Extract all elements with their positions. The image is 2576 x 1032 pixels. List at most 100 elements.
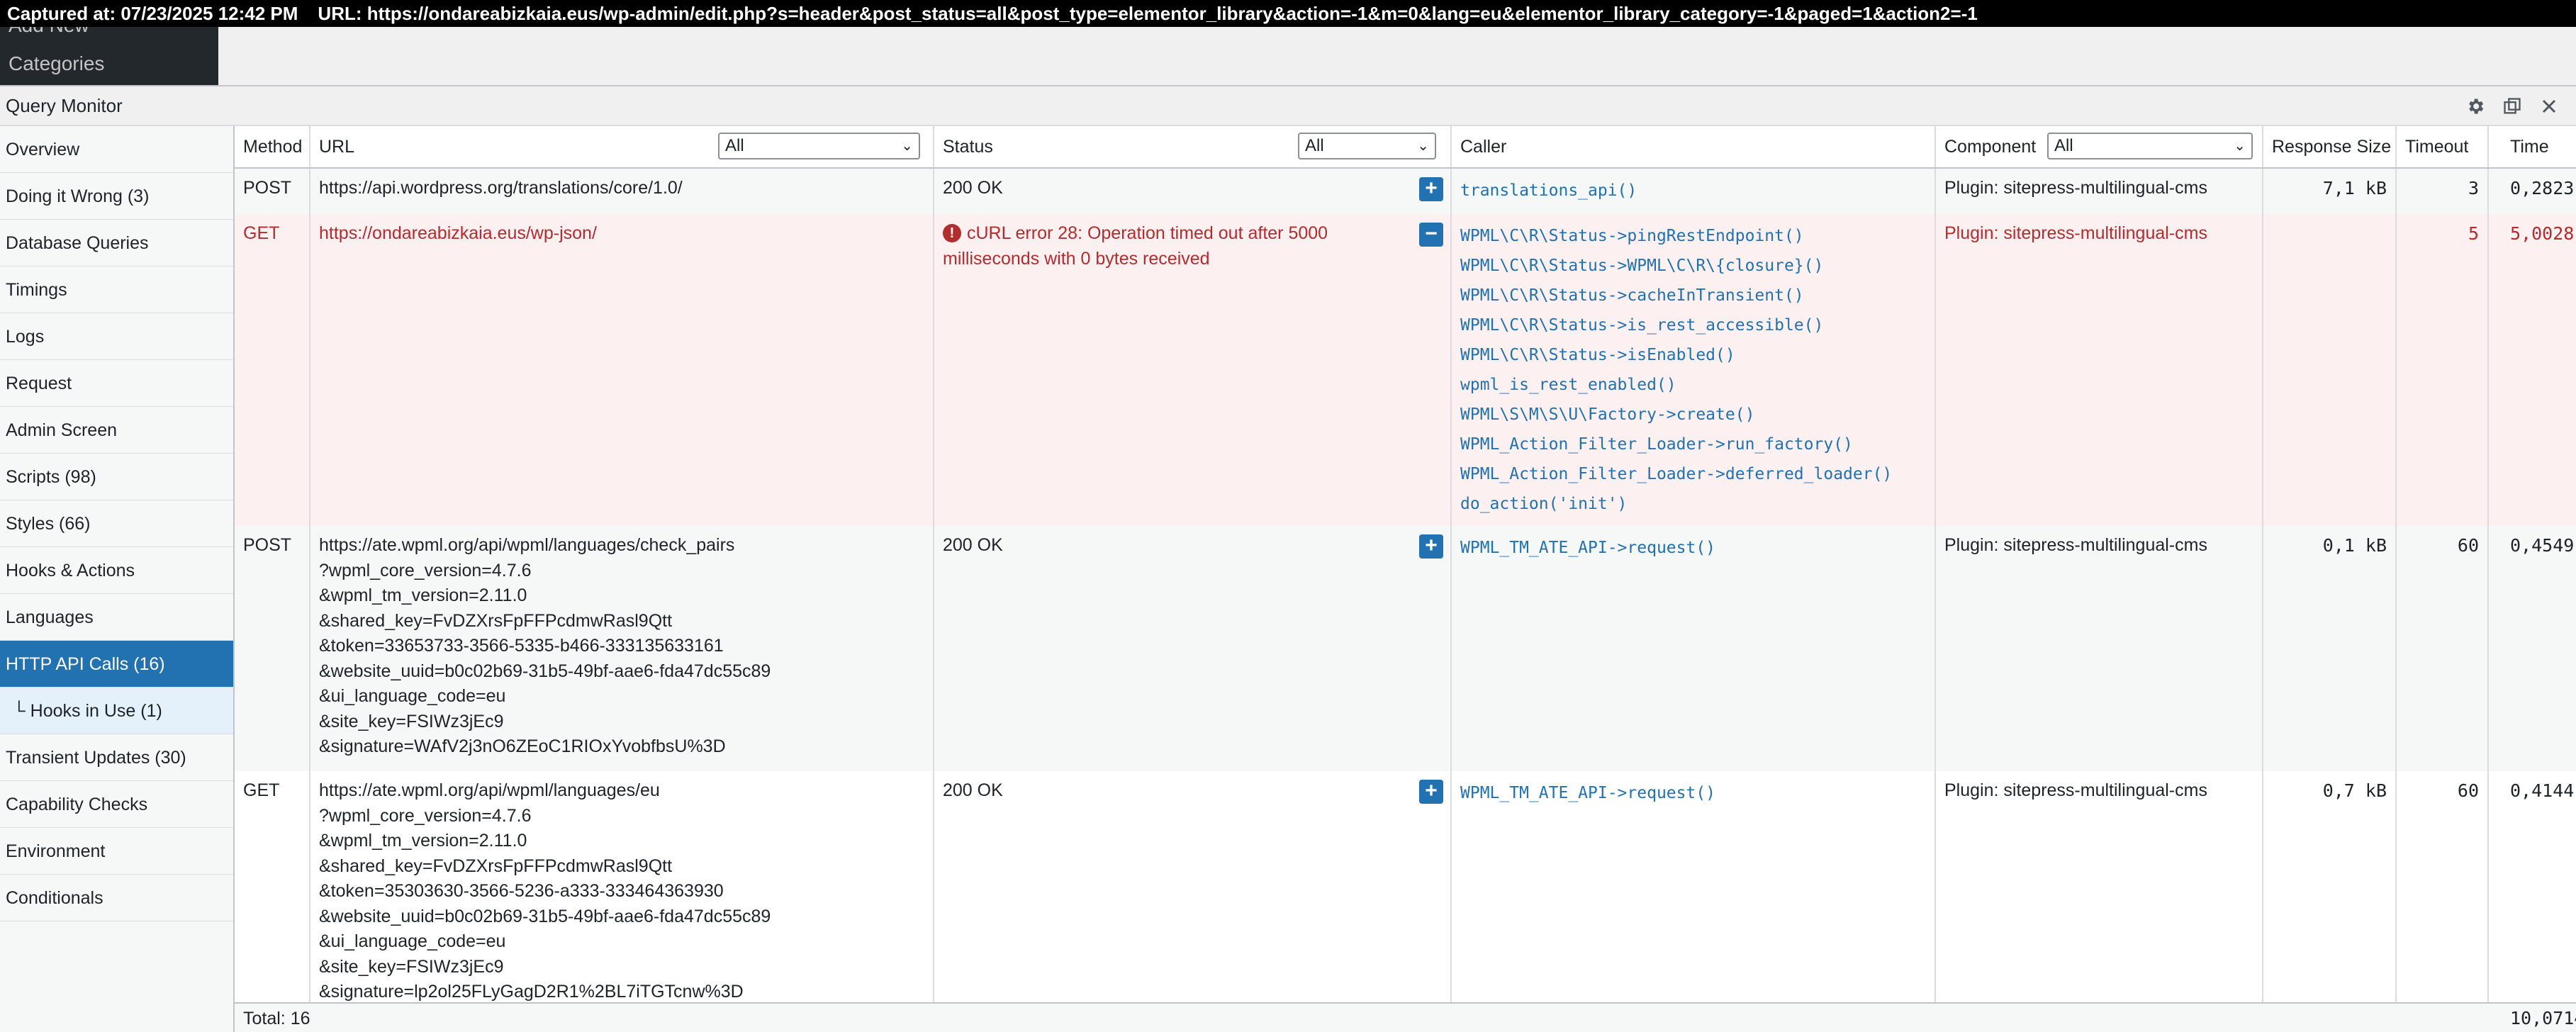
status-filter-value: All (1305, 136, 1324, 155)
url-line: &signature=WAfV2j3nO6ZEoC1RIOxYvobfbsU%3… (319, 736, 726, 756)
cell-caller: WPML_TM_ATE_API->request() (1452, 771, 1936, 1016)
close-icon[interactable] (2536, 94, 2562, 119)
component-filter-select[interactable]: All ⌄ (2047, 133, 2253, 159)
wp-admin-menu: Add New Categories (0, 27, 218, 85)
cell-timeout: 60 (2397, 771, 2489, 1016)
menu-item-categories[interactable]: Categories (9, 52, 104, 75)
nav-conditionals[interactable]: Conditionals (0, 875, 233, 921)
nav-admin-screen[interactable]: Admin Screen (0, 407, 233, 454)
expand-button[interactable]: + (1419, 177, 1443, 201)
url-line: &ui_language_code=eu (319, 686, 506, 706)
url-line: &token=35303630-3566-5236-a333-333464363… (319, 881, 724, 901)
url-line: &token=33653733-3566-5335-b466-333135633… (319, 636, 724, 656)
caller-frame[interactable]: translations_api() (1460, 176, 1926, 206)
caller-frame[interactable]: WPML_TM_ATE_API->request() (1460, 778, 1926, 808)
cell-method: GET (235, 214, 310, 526)
wp-admin-background (0, 27, 2576, 85)
cell-status: 200 OK (934, 771, 1452, 1016)
caller-frame[interactable]: wpml_is_rest_enabled() (1460, 370, 1926, 400)
nav-hooks-in-use[interactable]: └ Hooks in Use (1) (0, 688, 233, 734)
cell-time: 0,4144 (2510, 780, 2575, 801)
component-filter-value: All (2054, 136, 2073, 155)
caller-frame[interactable]: WPML\C\R\Status->pingRestEndpoint() (1460, 221, 1926, 251)
col-timeout[interactable]: Timeout (2397, 126, 2489, 167)
cell-url: https://ate.wpml.org/api/wpml/languages/… (310, 771, 934, 1016)
captured-at-label: Captured at: 07/23/2025 12:42 PM (7, 3, 298, 24)
nav-capability-checks[interactable]: Capability Checks (0, 781, 233, 828)
url-line: &signature=lp2ol25FLyGagD2R1%2BL7iTGTcnw… (319, 982, 744, 1002)
nav-languages[interactable]: Languages (0, 594, 233, 641)
cell-component: Plugin: sitepress-multilingual-cms (1936, 771, 2263, 1016)
nav-hooks-actions[interactable]: Hooks & Actions (0, 547, 233, 594)
url-filter-select[interactable]: All ⌄ (718, 133, 920, 159)
nav-overview[interactable]: Overview (0, 126, 233, 173)
col-method-label: Method (243, 137, 303, 157)
cell-caller: translations_api() (1452, 169, 1936, 214)
col-method[interactable]: Method (235, 126, 310, 167)
cell-url: https://ate.wpml.org/api/wpml/languages/… (310, 526, 934, 771)
url-line: https://ondareabizkaia.eus/wp-json/ (319, 223, 597, 243)
nav-styles[interactable]: Styles (66) (0, 500, 233, 547)
status-filter-select[interactable]: All ⌄ (1298, 133, 1436, 159)
url-line: &website_uuid=b0c02b69-31b5-49bf-aae6-fd… (319, 906, 771, 926)
nav-database-queries[interactable]: Database Queries (0, 220, 233, 267)
caller-frame[interactable]: WPML\S\M\S\U\Factory->create() (1460, 400, 1926, 430)
chevron-down-icon: ⌄ (1417, 138, 1429, 154)
caller-frame[interactable]: WPML\C\R\Status->WPML\C\R\{closure}() (1460, 251, 1926, 281)
col-time[interactable]: Time (2489, 126, 2576, 167)
caller-frame[interactable]: WPML\C\R\Status->is_rest_accessible() (1460, 310, 1926, 340)
cell-method: GET (235, 771, 310, 1016)
url-line: https://ate.wpml.org/api/wpml/languages/… (319, 535, 735, 555)
cell-time: 5,0028 (2510, 223, 2575, 244)
nav-request[interactable]: Request (0, 360, 233, 407)
url-line: &site_key=FSIWz3jEc9 (319, 711, 504, 731)
gear-icon[interactable] (2463, 94, 2488, 119)
col-response-size[interactable]: Response Size (2263, 126, 2397, 167)
col-caller[interactable]: Caller (1452, 126, 1936, 167)
qm-title: Query Monitor (6, 95, 123, 116)
url-line: &site_key=FSIWz3jEc9 (319, 956, 504, 977)
expand-button[interactable]: + (1419, 534, 1443, 559)
query-monitor-panel: Query Monitor Overview Doing it Wrong (3… (0, 85, 2576, 1032)
status-error-line: milliseconds with 0 bytes received (943, 248, 1210, 269)
collapse-button[interactable]: − (1419, 223, 1443, 247)
caller-frame[interactable]: WPML_Action_Filter_Loader->run_factory() (1460, 430, 1926, 459)
nav-transient-updates[interactable]: Transient Updates (30) (0, 734, 233, 781)
http-api-calls-table: Method URL All ⌄ Status All ⌄ Caller Compo… (235, 126, 2576, 1032)
caller-frame[interactable]: WPML_Action_Filter_Loader->deferred_load… (1460, 459, 1926, 489)
status-error-line: cURL error 28: Operation timed out after… (967, 223, 1328, 243)
cell-status: 200 OK (934, 169, 1452, 214)
cell-size: 0,7 kB (2263, 771, 2397, 1016)
nav-environment[interactable]: Environment (0, 828, 233, 875)
col-url[interactable]: URL All ⌄ (310, 126, 934, 167)
col-component-label: Component (1944, 137, 2037, 157)
table-row: GET https://ate.wpml.org/api/wpml/langua… (235, 771, 2576, 1017)
nav-scripts[interactable]: Scripts (98) (0, 454, 233, 500)
menu-item-add-new[interactable]: Add New (9, 27, 89, 37)
caller-frame[interactable]: WPML_TM_ATE_API->request() (1460, 533, 1926, 563)
caller-frame[interactable]: WPML\C\R\Status->cacheInTransient() (1460, 281, 1926, 310)
col-status[interactable]: Status All ⌄ (934, 126, 1452, 167)
nav-http-api-calls[interactable]: HTTP API Calls (16) (0, 641, 246, 688)
col-component[interactable]: Component All ⌄ (1936, 126, 2263, 167)
nav-timings[interactable]: Timings (0, 267, 233, 313)
cell-timeout: 3 (2397, 169, 2489, 214)
col-time-label: Time (2510, 137, 2549, 157)
nav-logs[interactable]: Logs (0, 313, 233, 360)
caller-frame[interactable]: do_action('init') (1460, 489, 1926, 519)
cell-timeout: 5 (2397, 214, 2489, 526)
nav-doing-it-wrong[interactable]: Doing it Wrong (3) (0, 173, 233, 220)
cell-method: POST (235, 169, 310, 214)
popout-icon[interactable] (2499, 94, 2525, 119)
url-line: &shared_key=FvDZXrsFpFFPcdmwRasl9Qtt (319, 610, 673, 631)
table-footer: Total: 16 10,0714 (235, 1002, 2576, 1032)
expand-button[interactable]: + (1419, 780, 1443, 804)
cell-time: 0,4549 (2510, 535, 2575, 556)
captured-url-label: URL: https://ondareabizkaia.eus/wp-admin… (318, 3, 1978, 24)
cell-method: POST (235, 526, 310, 771)
cell-url: https://api.wordpress.org/translations/c… (310, 169, 934, 214)
cell-component: Plugin: sitepress-multilingual-cms (1936, 214, 2263, 526)
url-line: &website_uuid=b0c02b69-31b5-49bf-aae6-fd… (319, 661, 771, 681)
table-row: POST https://api.wordpress.org/translati… (235, 169, 2576, 215)
caller-frame[interactable]: WPML\C\R\Status->isEnabled() (1460, 340, 1926, 370)
